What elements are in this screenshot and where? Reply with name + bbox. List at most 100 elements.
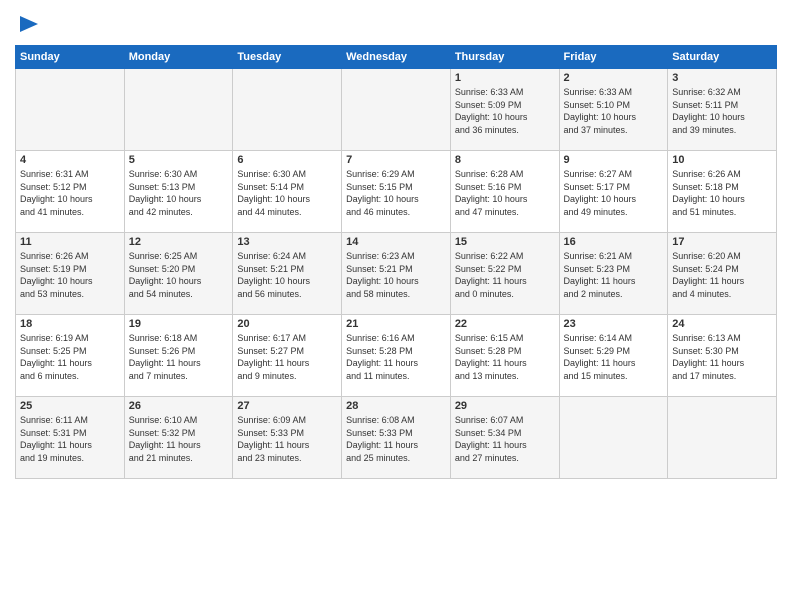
calendar-cell: 7 Sunrise: 6:29 AM Sunset: 5:15 PM Daylig…: [342, 151, 451, 233]
weekday-header-row: SundayMondayTuesdayWednesdayThursdayFrid…: [16, 46, 777, 69]
calendar-week-1: 4 Sunrise: 6:31 AM Sunset: 5:12 PM Daylig…: [16, 151, 777, 233]
calendar-cell: 3 Sunrise: 6:32 AM Sunset: 5:11 PM Daylig…: [668, 69, 777, 151]
calendar-week-0: 1 Sunrise: 6:33 AM Sunset: 5:09 PM Daylig…: [16, 69, 777, 151]
calendar-cell: 13 Sunrise: 6:24 AM Sunset: 5:21 PM Dayli…: [233, 233, 342, 315]
day-number: 22: [455, 318, 555, 330]
day-number: 4: [20, 154, 120, 166]
cell-info: Sunrise: 6:08 AM Sunset: 5:33 PM Dayligh…: [346, 414, 446, 464]
calendar-cell: 22 Sunrise: 6:15 AM Sunset: 5:28 PM Dayli…: [450, 315, 559, 397]
day-number: 19: [129, 318, 229, 330]
calendar-week-3: 18Sunrise: 6:19 AM Sunset: 5:25 PM Dayli…: [16, 315, 777, 397]
day-number: 24: [672, 318, 772, 330]
day-number: 5: [129, 154, 229, 166]
cell-info: Sunrise: 6:13 AM Sunset: 5:30 PM Dayligh…: [672, 332, 772, 382]
day-number: 3: [672, 72, 772, 84]
calendar-cell: 29 Sunrise: 6:07 AM Sunset: 5:34 PM Dayli…: [450, 397, 559, 479]
calendar-cell: 8Sunrise: 6:28 AM Sunset: 5:16 PM Daylig…: [450, 151, 559, 233]
calendar-cell: 26 Sunrise: 6:10 AM Sunset: 5:32 PM Dayli…: [124, 397, 233, 479]
cell-info: Sunrise: 6:17 AM Sunset: 5:27 PM Dayligh…: [237, 332, 337, 382]
calendar-cell: 5 Sunrise: 6:30 AM Sunset: 5:13 PM Daylig…: [124, 151, 233, 233]
weekday-header-monday: Monday: [124, 46, 233, 69]
calendar-cell: 2Sunrise: 6:33 AM Sunset: 5:10 PM Daylig…: [559, 69, 668, 151]
weekday-header-thursday: Thursday: [450, 46, 559, 69]
calendar-cell: 11Sunrise: 6:26 AM Sunset: 5:19 PM Dayli…: [16, 233, 125, 315]
calendar-cell: 6 Sunrise: 6:30 AM Sunset: 5:14 PM Daylig…: [233, 151, 342, 233]
calendar-cell: 4 Sunrise: 6:31 AM Sunset: 5:12 PM Daylig…: [16, 151, 125, 233]
day-number: 23: [564, 318, 664, 330]
day-number: 20: [237, 318, 337, 330]
calendar-cell: 15Sunrise: 6:22 AM Sunset: 5:22 PM Dayli…: [450, 233, 559, 315]
day-number: 1: [455, 72, 555, 84]
cell-info: Sunrise: 6:09 AM Sunset: 5:33 PM Dayligh…: [237, 414, 337, 464]
weekday-header-saturday: Saturday: [668, 46, 777, 69]
cell-info: Sunrise: 6:25 AM Sunset: 5:20 PM Dayligh…: [129, 250, 229, 300]
day-number: 17: [672, 236, 772, 248]
header: [15, 10, 777, 39]
calendar-cell: [233, 69, 342, 151]
calendar-cell: 24 Sunrise: 6:13 AM Sunset: 5:30 PM Dayli…: [668, 315, 777, 397]
calendar-cell: 23Sunrise: 6:14 AM Sunset: 5:29 PM Dayli…: [559, 315, 668, 397]
day-number: 13: [237, 236, 337, 248]
calendar-cell: 1 Sunrise: 6:33 AM Sunset: 5:09 PM Daylig…: [450, 69, 559, 151]
cell-info: Sunrise: 6:23 AM Sunset: 5:21 PM Dayligh…: [346, 250, 446, 300]
weekday-header-sunday: Sunday: [16, 46, 125, 69]
calendar-cell: 21 Sunrise: 6:16 AM Sunset: 5:28 PM Dayli…: [342, 315, 451, 397]
cell-info: Sunrise: 6:10 AM Sunset: 5:32 PM Dayligh…: [129, 414, 229, 464]
calendar-cell: [342, 69, 451, 151]
cell-info: Sunrise: 6:26 AM Sunset: 5:19 PM Dayligh…: [20, 250, 120, 300]
calendar-cell: [559, 397, 668, 479]
cell-info: Sunrise: 6:22 AM Sunset: 5:22 PM Dayligh…: [455, 250, 555, 300]
calendar-cell: 16 Sunrise: 6:21 AM Sunset: 5:23 PM Dayli…: [559, 233, 668, 315]
logo-arrow-icon: [20, 14, 38, 34]
calendar-cell: 25 Sunrise: 6:11 AM Sunset: 5:31 PM Dayli…: [16, 397, 125, 479]
cell-info: Sunrise: 6:26 AM Sunset: 5:18 PM Dayligh…: [672, 168, 772, 218]
calendar-body: 1 Sunrise: 6:33 AM Sunset: 5:09 PM Daylig…: [16, 69, 777, 479]
day-number: 6: [237, 154, 337, 166]
cell-info: Sunrise: 6:20 AM Sunset: 5:24 PM Dayligh…: [672, 250, 772, 300]
day-number: 29: [455, 400, 555, 412]
cell-info: Sunrise: 6:33 AM Sunset: 5:09 PM Dayligh…: [455, 86, 555, 136]
calendar-table: SundayMondayTuesdayWednesdayThursdayFrid…: [15, 45, 777, 479]
day-number: 10: [672, 154, 772, 166]
calendar-cell: [668, 397, 777, 479]
day-number: 7: [346, 154, 446, 166]
cell-info: Sunrise: 6:11 AM Sunset: 5:31 PM Dayligh…: [20, 414, 120, 464]
cell-info: Sunrise: 6:27 AM Sunset: 5:17 PM Dayligh…: [564, 168, 664, 218]
page-container: SundayMondayTuesdayWednesdayThursdayFrid…: [0, 0, 792, 489]
cell-info: Sunrise: 6:19 AM Sunset: 5:25 PM Dayligh…: [20, 332, 120, 382]
cell-info: Sunrise: 6:21 AM Sunset: 5:23 PM Dayligh…: [564, 250, 664, 300]
day-number: 16: [564, 236, 664, 248]
logo: [15, 10, 38, 39]
weekday-header-friday: Friday: [559, 46, 668, 69]
weekday-header-tuesday: Tuesday: [233, 46, 342, 69]
calendar-cell: 17 Sunrise: 6:20 AM Sunset: 5:24 PM Dayli…: [668, 233, 777, 315]
calendar-cell: 19 Sunrise: 6:18 AM Sunset: 5:26 PM Dayli…: [124, 315, 233, 397]
cell-info: Sunrise: 6:18 AM Sunset: 5:26 PM Dayligh…: [129, 332, 229, 382]
day-number: 26: [129, 400, 229, 412]
cell-info: Sunrise: 6:32 AM Sunset: 5:11 PM Dayligh…: [672, 86, 772, 136]
calendar-cell: [124, 69, 233, 151]
cell-info: Sunrise: 6:07 AM Sunset: 5:34 PM Dayligh…: [455, 414, 555, 464]
calendar-cell: 12 Sunrise: 6:25 AM Sunset: 5:20 PM Dayli…: [124, 233, 233, 315]
day-number: 12: [129, 236, 229, 248]
cell-info: Sunrise: 6:30 AM Sunset: 5:14 PM Dayligh…: [237, 168, 337, 218]
calendar-cell: [16, 69, 125, 151]
calendar-cell: 18Sunrise: 6:19 AM Sunset: 5:25 PM Dayli…: [16, 315, 125, 397]
cell-info: Sunrise: 6:15 AM Sunset: 5:28 PM Dayligh…: [455, 332, 555, 382]
weekday-header-wednesday: Wednesday: [342, 46, 451, 69]
cell-info: Sunrise: 6:24 AM Sunset: 5:21 PM Dayligh…: [237, 250, 337, 300]
cell-info: Sunrise: 6:33 AM Sunset: 5:10 PM Dayligh…: [564, 86, 664, 136]
cell-info: Sunrise: 6:31 AM Sunset: 5:12 PM Dayligh…: [20, 168, 120, 218]
day-number: 9: [564, 154, 664, 166]
calendar-week-4: 25 Sunrise: 6:11 AM Sunset: 5:31 PM Dayli…: [16, 397, 777, 479]
day-number: 25: [20, 400, 120, 412]
day-number: 21: [346, 318, 446, 330]
calendar-cell: 14Sunrise: 6:23 AM Sunset: 5:21 PM Dayli…: [342, 233, 451, 315]
cell-info: Sunrise: 6:29 AM Sunset: 5:15 PM Dayligh…: [346, 168, 446, 218]
day-number: 28: [346, 400, 446, 412]
calendar-cell: 20 Sunrise: 6:17 AM Sunset: 5:27 PM Dayli…: [233, 315, 342, 397]
cell-info: Sunrise: 6:28 AM Sunset: 5:16 PM Dayligh…: [455, 168, 555, 218]
cell-info: Sunrise: 6:16 AM Sunset: 5:28 PM Dayligh…: [346, 332, 446, 382]
calendar-cell: 9 Sunrise: 6:27 AM Sunset: 5:17 PM Daylig…: [559, 151, 668, 233]
cell-info: Sunrise: 6:30 AM Sunset: 5:13 PM Dayligh…: [129, 168, 229, 218]
